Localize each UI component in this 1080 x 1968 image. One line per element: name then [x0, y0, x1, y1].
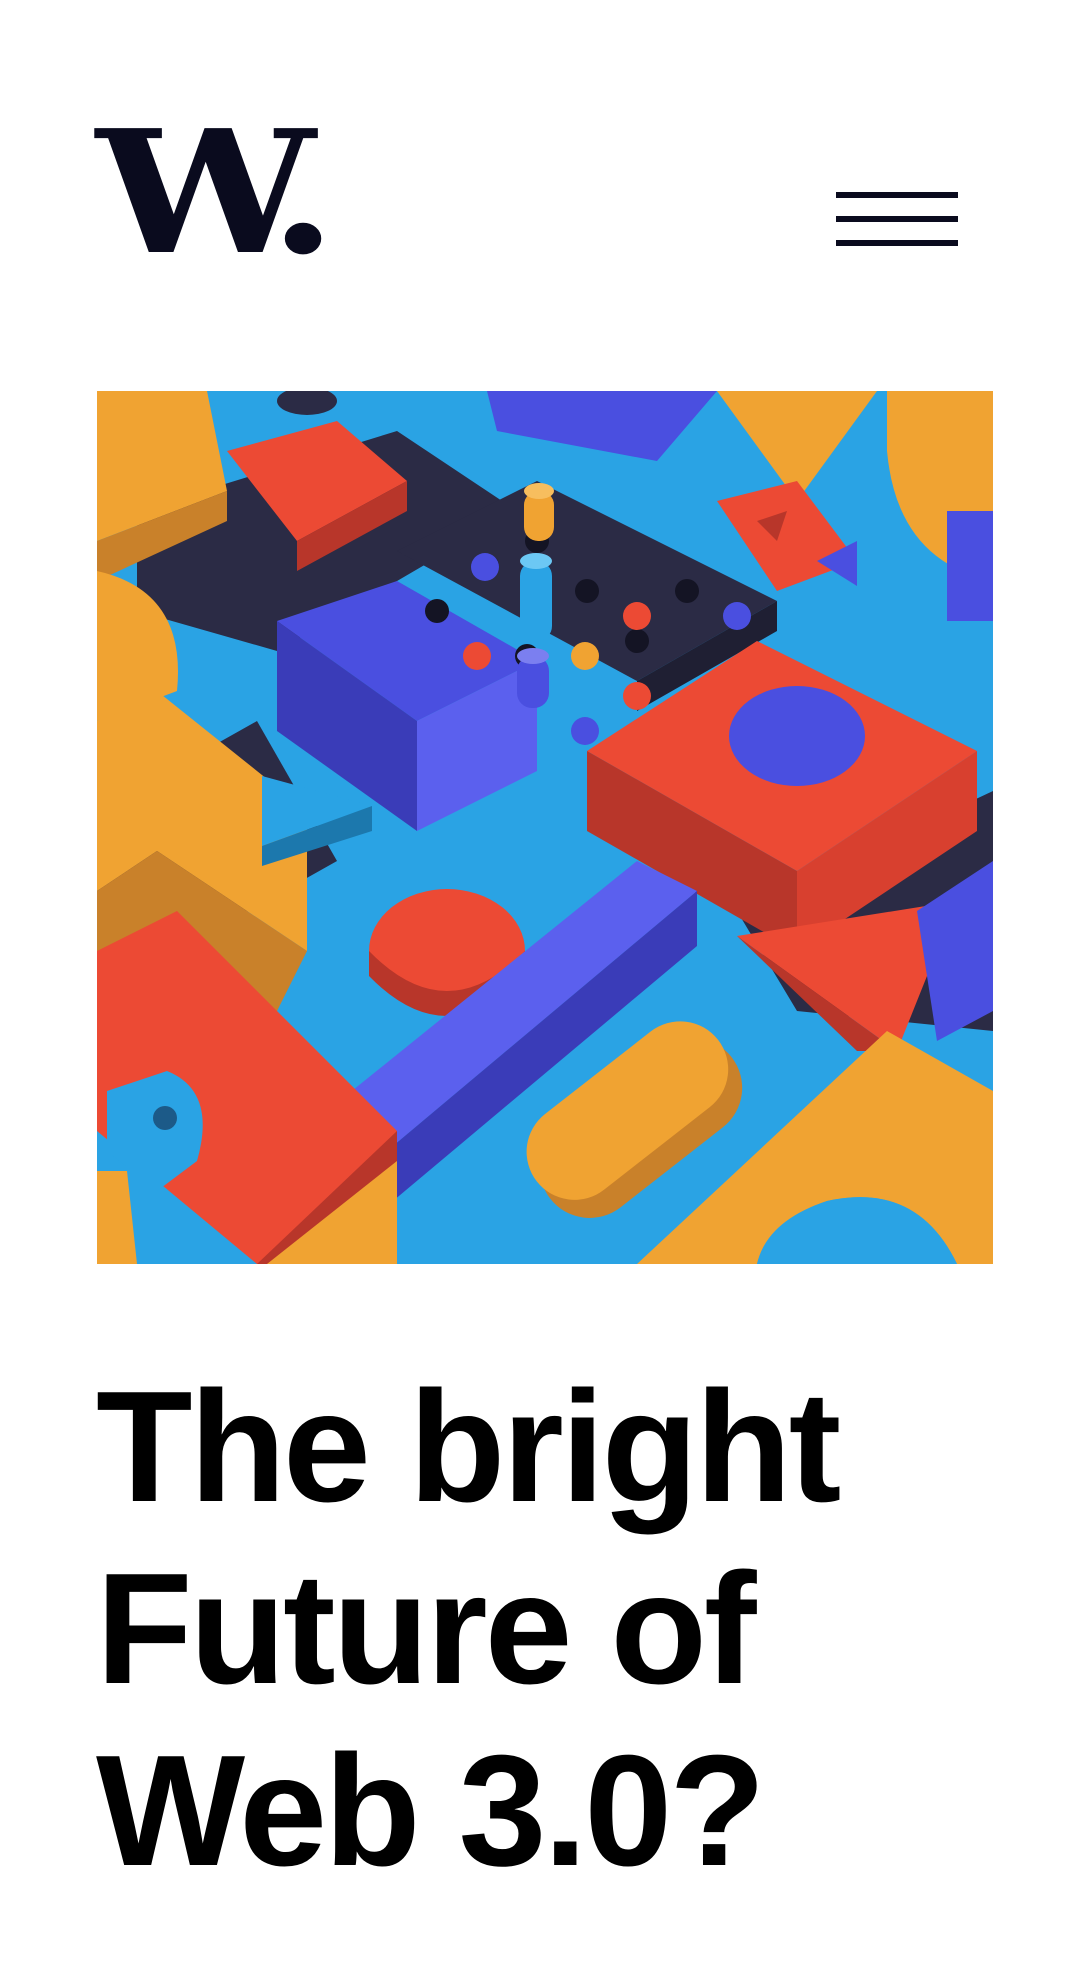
site-logo[interactable]: W. — [96, 108, 337, 278]
site-header: W. — [0, 0, 1080, 300]
article-title-line: Web 3.0? — [96, 1723, 766, 1899]
hamburger-menu-button[interactable] — [836, 192, 958, 246]
geometric-blocks-illustration — [97, 391, 993, 1264]
article-title-line: Future of — [96, 1541, 757, 1717]
hero-image — [97, 391, 993, 1264]
article-title: The bright Future of Web 3.0? — [96, 1356, 996, 1902]
article-title-line: The bright — [96, 1359, 841, 1535]
